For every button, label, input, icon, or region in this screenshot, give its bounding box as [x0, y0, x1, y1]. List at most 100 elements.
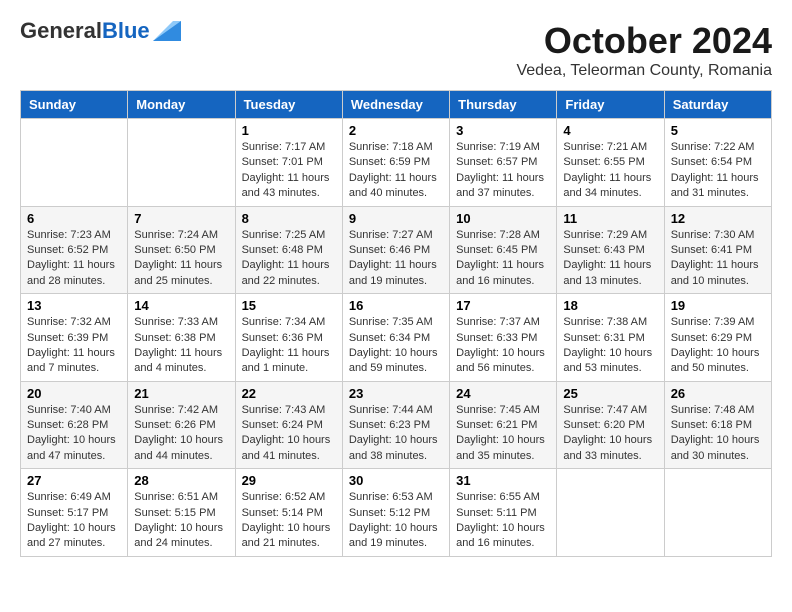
calendar-cell: 23Sunrise: 7:44 AM Sunset: 6:23 PM Dayli…: [342, 381, 449, 469]
day-info: Sunrise: 7:47 AM Sunset: 6:20 PM Dayligh…: [563, 403, 657, 465]
logo-blue: Blue: [102, 18, 150, 43]
calendar-cell: 31 Sunrise: 6:55 AM Sunset: 5:11 PM Dayli…: [450, 469, 557, 557]
calendar-cell: 2Sunrise: 7:18 AM Sunset: 6:59 PM Daylig…: [342, 119, 449, 207]
calendar-table: SundayMondayTuesdayWednesdayThursdayFrid…: [20, 90, 772, 557]
calendar-cell: 19Sunrise: 7:39 AM Sunset: 6:29 PM Dayli…: [664, 294, 771, 382]
day-info: Sunrise: 7:19 AM Sunset: 6:57 PM Dayligh…: [456, 140, 550, 202]
day-info: Sunrise: 7:29 AM Sunset: 6:43 PM Dayligh…: [563, 228, 657, 290]
day-info: Sunrise: 7:17 AM Sunset: 7:01 PM Dayligh…: [242, 140, 336, 202]
calendar-cell: 5 Sunrise: 7:22 AM Sunset: 6:54 PM Daylig…: [664, 119, 771, 207]
logo: GeneralBlue: [20, 20, 181, 42]
day-number: 27: [27, 473, 121, 488]
day-number: 3: [456, 123, 550, 138]
calendar-cell: 14 Sunrise: 7:33 AM Sunset: 6:38 PM Dayli…: [128, 294, 235, 382]
week-row-2: 6 Sunrise: 7:23 AM Sunset: 6:52 PM Daylig…: [21, 206, 772, 294]
day-info: Sunrise: 7:45 AM Sunset: 6:21 PM Dayligh…: [456, 403, 550, 465]
day-info: Sunrise: 7:18 AM Sunset: 6:59 PM Dayligh…: [349, 140, 443, 202]
calendar-cell: 9Sunrise: 7:27 AM Sunset: 6:46 PM Daylig…: [342, 206, 449, 294]
day-info: Sunrise: 7:37 AM Sunset: 6:33 PM Dayligh…: [456, 315, 550, 377]
day-number: 23: [349, 386, 443, 401]
day-number: 5: [671, 123, 765, 138]
day-number: 29: [242, 473, 336, 488]
day-info: Sunrise: 7:25 AM Sunset: 6:48 PM Dayligh…: [242, 228, 336, 290]
calendar-cell: 21 Sunrise: 7:42 AM Sunset: 6:26 PM Dayli…: [128, 381, 235, 469]
day-number: 6: [27, 211, 121, 226]
calendar-cell: 15 Sunrise: 7:34 AM Sunset: 6:36 PM Dayli…: [235, 294, 342, 382]
week-row-1: 1Sunrise: 7:17 AM Sunset: 7:01 PM Daylig…: [21, 119, 772, 207]
calendar-cell: 25 Sunrise: 7:47 AM Sunset: 6:20 PM Dayli…: [557, 381, 664, 469]
calendar-cell: 20Sunrise: 7:40 AM Sunset: 6:28 PM Dayli…: [21, 381, 128, 469]
calendar-cell: 13 Sunrise: 7:32 AM Sunset: 6:39 PM Dayli…: [21, 294, 128, 382]
day-number: 4: [563, 123, 657, 138]
day-info: Sunrise: 7:43 AM Sunset: 6:24 PM Dayligh…: [242, 403, 336, 465]
day-number: 7: [134, 211, 228, 226]
day-info: Sunrise: 7:35 AM Sunset: 6:34 PM Dayligh…: [349, 315, 443, 377]
day-info: Sunrise: 7:32 AM Sunset: 6:39 PM Dayligh…: [27, 315, 121, 377]
day-number: 12: [671, 211, 765, 226]
day-number: 18: [563, 298, 657, 313]
day-info: Sunrise: 6:52 AM Sunset: 5:14 PM Dayligh…: [242, 490, 336, 552]
logo-icon: [153, 21, 181, 41]
calendar-cell: 27Sunrise: 6:49 AM Sunset: 5:17 PM Dayli…: [21, 469, 128, 557]
calendar-cell: 22Sunrise: 7:43 AM Sunset: 6:24 PM Dayli…: [235, 381, 342, 469]
calendar-cell: 1Sunrise: 7:17 AM Sunset: 7:01 PM Daylig…: [235, 119, 342, 207]
col-header-wednesday: Wednesday: [342, 91, 449, 119]
calendar-cell: 12 Sunrise: 7:30 AM Sunset: 6:41 PM Dayli…: [664, 206, 771, 294]
day-info: Sunrise: 7:42 AM Sunset: 6:26 PM Dayligh…: [134, 403, 228, 465]
calendar-cell: 8 Sunrise: 7:25 AM Sunset: 6:48 PM Daylig…: [235, 206, 342, 294]
day-number: 11: [563, 211, 657, 226]
day-number: 14: [134, 298, 228, 313]
day-info: Sunrise: 7:48 AM Sunset: 6:18 PM Dayligh…: [671, 403, 765, 465]
day-info: Sunrise: 7:39 AM Sunset: 6:29 PM Dayligh…: [671, 315, 765, 377]
day-number: 30: [349, 473, 443, 488]
calendar-cell: [557, 469, 664, 557]
week-row-4: 20Sunrise: 7:40 AM Sunset: 6:28 PM Dayli…: [21, 381, 772, 469]
day-info: Sunrise: 7:28 AM Sunset: 6:45 PM Dayligh…: [456, 228, 550, 290]
day-info: Sunrise: 7:34 AM Sunset: 6:36 PM Dayligh…: [242, 315, 336, 377]
calendar-cell: 17Sunrise: 7:37 AM Sunset: 6:33 PM Dayli…: [450, 294, 557, 382]
day-number: 26: [671, 386, 765, 401]
calendar-cell: 6 Sunrise: 7:23 AM Sunset: 6:52 PM Daylig…: [21, 206, 128, 294]
calendar-cell: 24 Sunrise: 7:45 AM Sunset: 6:21 PM Dayli…: [450, 381, 557, 469]
calendar-cell: [21, 119, 128, 207]
day-number: 16: [349, 298, 443, 313]
col-header-sunday: Sunday: [21, 91, 128, 119]
day-number: 10: [456, 211, 550, 226]
calendar-cell: 4Sunrise: 7:21 AM Sunset: 6:55 PM Daylig…: [557, 119, 664, 207]
calendar-cell: 7 Sunrise: 7:24 AM Sunset: 6:50 PM Daylig…: [128, 206, 235, 294]
calendar-cell: 30Sunrise: 6:53 AM Sunset: 5:12 PM Dayli…: [342, 469, 449, 557]
calendar-cell: [664, 469, 771, 557]
day-number: 21: [134, 386, 228, 401]
calendar-cell: 18 Sunrise: 7:38 AM Sunset: 6:31 PM Dayli…: [557, 294, 664, 382]
calendar-cell: [128, 119, 235, 207]
calendar-cell: 26 Sunrise: 7:48 AM Sunset: 6:18 PM Dayli…: [664, 381, 771, 469]
day-info: Sunrise: 6:55 AM Sunset: 5:11 PM Dayligh…: [456, 490, 550, 552]
day-info: Sunrise: 7:27 AM Sunset: 6:46 PM Dayligh…: [349, 228, 443, 290]
col-header-saturday: Saturday: [664, 91, 771, 119]
day-info: Sunrise: 7:33 AM Sunset: 6:38 PM Dayligh…: [134, 315, 228, 377]
day-info: Sunrise: 7:30 AM Sunset: 6:41 PM Dayligh…: [671, 228, 765, 290]
month-title: October 2024: [516, 20, 772, 62]
day-number: 28: [134, 473, 228, 488]
calendar-cell: 29 Sunrise: 6:52 AM Sunset: 5:14 PM Dayli…: [235, 469, 342, 557]
col-header-thursday: Thursday: [450, 91, 557, 119]
day-number: 15: [242, 298, 336, 313]
day-number: 8: [242, 211, 336, 226]
day-number: 13: [27, 298, 121, 313]
week-row-5: 27Sunrise: 6:49 AM Sunset: 5:17 PM Dayli…: [21, 469, 772, 557]
col-header-monday: Monday: [128, 91, 235, 119]
calendar-cell: 11 Sunrise: 7:29 AM Sunset: 6:43 PM Dayli…: [557, 206, 664, 294]
day-number: 24: [456, 386, 550, 401]
calendar-cell: 16 Sunrise: 7:35 AM Sunset: 6:34 PM Dayli…: [342, 294, 449, 382]
day-info: Sunrise: 7:22 AM Sunset: 6:54 PM Dayligh…: [671, 140, 765, 202]
page-header: GeneralBlue October 2024 Vedea, Teleorma…: [20, 20, 772, 80]
col-header-tuesday: Tuesday: [235, 91, 342, 119]
day-info: Sunrise: 7:24 AM Sunset: 6:50 PM Dayligh…: [134, 228, 228, 290]
day-number: 25: [563, 386, 657, 401]
calendar-cell: 3 Sunrise: 7:19 AM Sunset: 6:57 PM Daylig…: [450, 119, 557, 207]
calendar-cell: 28 Sunrise: 6:51 AM Sunset: 5:15 PM Dayli…: [128, 469, 235, 557]
day-info: Sunrise: 7:38 AM Sunset: 6:31 PM Dayligh…: [563, 315, 657, 377]
day-number: 31: [456, 473, 550, 488]
day-info: Sunrise: 7:23 AM Sunset: 6:52 PM Dayligh…: [27, 228, 121, 290]
day-info: Sunrise: 6:51 AM Sunset: 5:15 PM Dayligh…: [134, 490, 228, 552]
